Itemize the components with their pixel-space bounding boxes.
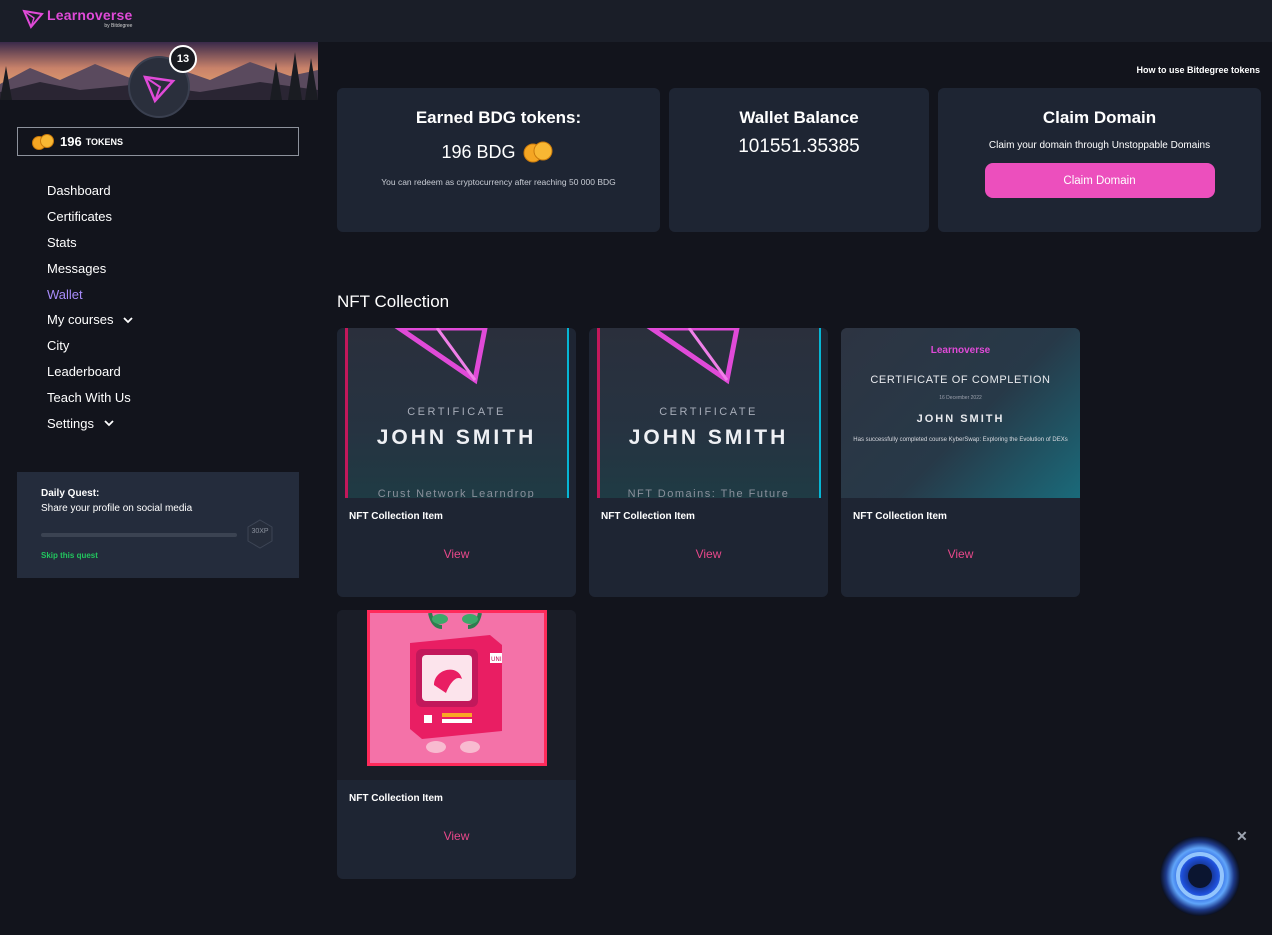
quest-description: Share your profile on social media	[41, 503, 193, 514]
certificate-name: JOHN SMITH	[628, 426, 789, 449]
nft-card: Learnoverse CERTIFICATE OF COMPLETION 16…	[841, 328, 1080, 597]
sidebar-item-city[interactable]: City	[47, 333, 135, 359]
assistant-orb-button[interactable]	[1158, 834, 1242, 918]
nft-image[interactable]: Learnoverse CERTIFICATE OF COMPLETION 16…	[841, 328, 1080, 498]
tokens-display: 196 TOKENS	[17, 127, 299, 156]
sidebar-item-stats[interactable]: Stats	[47, 230, 135, 256]
close-icon[interactable]: ✕	[1236, 828, 1248, 845]
certificate-description: Has successfully completed course KyberS…	[853, 437, 1068, 443]
uniswap-art: UNI	[367, 610, 547, 766]
neon-triangle-icon	[394, 328, 488, 385]
sidebar-item-label: Leaderboard	[47, 363, 121, 379]
claim-title: Claim Domain	[1042, 108, 1157, 127]
sidebar-item-messages[interactable]: Messages	[47, 255, 135, 281]
coins-icon	[523, 141, 553, 163]
certificate-name: JOHN SMITH	[916, 413, 1005, 425]
sidebar-item-label: Messages	[47, 260, 107, 276]
chevron-down-icon	[104, 420, 114, 427]
certificate-logo: Learnoverse	[930, 345, 991, 356]
sidebar-item-label: City	[47, 338, 70, 354]
sidebar-item-label: Certificates	[47, 209, 113, 225]
nft-image[interactable]: CERTIFICATE JOHN SMITH Crust Network Lea…	[337, 328, 576, 498]
brand-name: Learnoverse	[47, 7, 133, 23]
view-link[interactable]: View	[337, 829, 576, 843]
sidebar-item-my-courses[interactable]: My courses	[47, 307, 135, 333]
sidebar-item-label: Teach With Us	[47, 389, 131, 405]
chevron-down-icon	[123, 317, 134, 324]
logo-triangle-icon	[22, 9, 44, 29]
brand-sub: by Bitdegree	[104, 23, 133, 29]
nft-item-name: NFT Collection Item	[853, 511, 947, 522]
daily-quest-card: Daily Quest: Share your profile on socia…	[17, 472, 299, 578]
learnoverse-avatar-icon	[143, 75, 176, 104]
skip-quest-link[interactable]: Skip this quest	[41, 551, 98, 560]
nft-card: CERTIFICATE JOHN SMITH Crust Network Lea…	[337, 328, 576, 597]
view-link[interactable]: View	[337, 547, 576, 561]
sidebar-nav: Dashboard Certificates Stats Messages Wa…	[47, 178, 135, 436]
nft-collection-title: NFT Collection	[337, 292, 450, 311]
tokens-label: TOKENS	[85, 136, 124, 147]
nft-image[interactable]: CERTIFICATE JOHN SMITH NFT Domains: The …	[589, 328, 828, 498]
claim-domain-card: Claim Domain Claim your domain through U…	[938, 88, 1261, 232]
certificate-title: CERTIFICATE OF COMPLETION	[870, 374, 1051, 386]
quest-title: Daily Quest:	[41, 488, 100, 499]
claim-domain-button[interactable]: Claim Domain	[984, 163, 1215, 198]
sidebar: 13 196 TOKENS Dashboard Certificates Sta…	[0, 42, 318, 935]
sidebar-item-dashboard[interactable]: Dashboard	[47, 178, 135, 204]
nft-card: UNI NFT Collection Item View	[337, 610, 576, 879]
claim-description: Claim your domain through Unstoppable Do…	[988, 140, 1211, 151]
sidebar-item-teach-with-us[interactable]: Teach With Us	[47, 384, 135, 410]
quest-xp: 30XP	[251, 528, 269, 535]
nft-item-name: NFT Collection Item	[601, 511, 695, 522]
sidebar-item-label: Wallet	[47, 286, 83, 302]
certificate-name: JOHN SMITH	[376, 426, 537, 449]
svg-text:UNI: UNI	[491, 656, 502, 663]
sidebar-item-settings[interactable]: Settings	[47, 410, 135, 436]
view-link[interactable]: View	[841, 547, 1080, 561]
wallet-title: Wallet Balance	[739, 108, 859, 127]
certificate-date: 16 December 2022	[939, 395, 982, 401]
view-link[interactable]: View	[589, 547, 828, 561]
sidebar-item-label: Dashboard	[47, 183, 111, 199]
nft-card: CERTIFICATE JOHN SMITH NFT Domains: The …	[589, 328, 828, 597]
earned-amount: 196 BDG	[441, 141, 516, 162]
sidebar-item-leaderboard[interactable]: Leaderboard	[47, 359, 135, 385]
wallet-balance-card: Wallet Balance 101551.35385	[669, 88, 929, 232]
earned-note: You can redeem as cryptocurrency after r…	[381, 177, 616, 187]
coins-icon	[32, 133, 54, 150]
certificate-course: NFT Domains: The Future	[627, 488, 790, 498]
nft-image[interactable]: UNI	[337, 610, 576, 780]
earned-tokens-card: Earned BDG tokens: 196 BDG You can redee…	[337, 88, 660, 232]
wallet-balance-value: 101551.35385	[738, 136, 860, 157]
nft-item-name: NFT Collection Item	[349, 511, 443, 522]
quest-progress-bar	[41, 533, 237, 537]
certificate-label: CERTIFICATE	[659, 406, 758, 418]
top-bar: Learnoverse by Bitdegree	[0, 0, 1272, 42]
sidebar-item-certificates[interactable]: Certificates	[47, 204, 135, 230]
sidebar-item-label: Stats	[47, 234, 77, 250]
certificate-course: Crust Network Learndrop	[377, 488, 536, 498]
how-to-use-tokens-link[interactable]: How to use Bitdegree tokens	[1136, 65, 1260, 75]
earned-title: Earned BDG tokens:	[415, 108, 582, 127]
brand-logo[interactable]: Learnoverse by Bitdegree	[22, 7, 132, 29]
sidebar-item-label: Settings	[47, 415, 94, 431]
nft-item-name: NFT Collection Item	[349, 793, 443, 804]
certificate-label: CERTIFICATE	[407, 406, 506, 418]
sidebar-item-wallet[interactable]: Wallet	[47, 281, 135, 307]
sidebar-item-label: My courses	[47, 312, 114, 328]
uniswap-robot-icon: UNI	[410, 613, 502, 753]
neon-triangle-icon	[646, 328, 740, 385]
tokens-amount: 196	[60, 134, 82, 149]
level-badge: 13	[169, 45, 197, 73]
